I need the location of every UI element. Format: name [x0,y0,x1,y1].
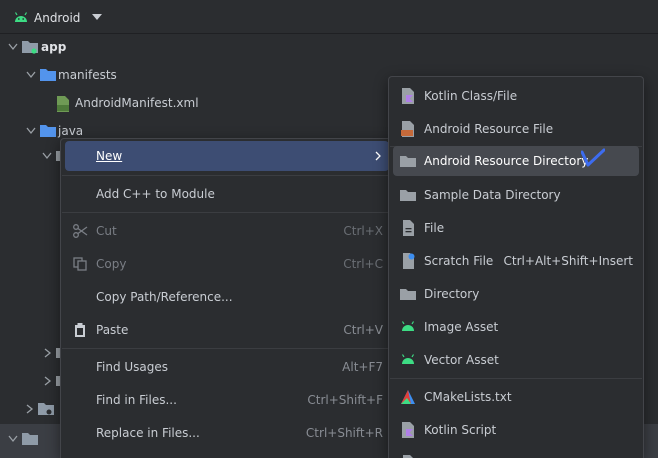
menu-item-label: New [96,149,123,163]
menu-item-label: Replace in Files... [96,426,200,440]
checkmark-annotation-icon [581,148,605,167]
menu-item-label: Find Usages [96,360,169,374]
menu-item-label: File [424,221,445,235]
folder-icon [400,190,416,201]
menu-item-cut[interactable]: Cut Ctrl+X [65,216,389,246]
menu-item-label: Scratch File [424,254,494,268]
kotlin-file-icon [402,88,414,104]
chevron-right-icon [375,151,381,161]
folder-icon [22,433,38,445]
tree-item-app[interactable]: app [0,34,658,60]
submenu-item-directory[interactable]: Directory [393,279,639,309]
chevron-down-icon[interactable] [42,152,52,160]
chevron-down-icon[interactable] [26,71,36,79]
copy-icon [73,257,87,271]
shortcut-label: Ctrl+Shift+R [305,426,383,440]
menu-item-replace-in-files[interactable]: Replace in Files... Ctrl+Shift+R [65,418,389,448]
tree-label-java: java [58,124,84,138]
chevron-down-icon[interactable] [26,127,36,135]
menu-item-label: Android Resource Directory [424,154,589,168]
chevron-down-icon[interactable] [92,14,102,20]
submenu-item-android-resource-directory[interactable]: Android Resource Directory [393,146,639,176]
menu-separator [62,175,392,176]
android-icon [401,321,415,331]
folder-icon [40,69,56,81]
submenu-item-kotlin-class[interactable]: Kotlin Class/File [393,81,639,111]
submenu-item-scratch-file[interactable]: Scratch File Ctrl+Alt+Shift+Insert [393,246,639,276]
module-folder-icon [22,41,38,54]
folder-icon [400,156,416,167]
folder-icon [40,125,56,137]
file-icon [403,220,414,236]
menu-item-add-cpp[interactable]: Add C++ to Module [65,179,389,209]
menu-separator [62,212,392,213]
menu-item-new[interactable]: New [65,141,389,171]
chevron-right-icon[interactable] [44,376,52,386]
chevron-down-icon[interactable] [8,435,18,443]
menu-item-label: Add C++ to Module [96,187,215,201]
submenu-item-image-asset[interactable]: Image Asset [393,312,639,342]
menu-item-label: Directory [424,287,480,301]
menu-item-label: Image Asset [424,320,499,334]
clipboard-icon [75,323,85,337]
menu-item-label: Kotlin Script [424,423,497,437]
context-menu: New Add C++ to Module Cut Ctrl+X Copy Ct… [60,138,394,458]
submenu-item-partial[interactable] [393,448,639,458]
menu-item-find-in-files[interactable]: Find in Files... Ctrl+Shift+F [65,385,389,415]
project-view-selector[interactable]: Android [0,0,658,34]
submenu-item-sample-data-directory[interactable]: Sample Data Directory [393,180,639,210]
shortcut-label: Ctrl+V [343,323,383,337]
cmake-icon [401,390,415,404]
menu-item-label: Copy [96,257,127,271]
menu-item-label: Sample Data Directory [424,188,561,202]
chevron-down-icon[interactable] [8,43,18,51]
gear-folder-icon [38,403,54,415]
menu-separator [390,378,642,379]
menu-item-copy[interactable]: Copy Ctrl+C [65,249,389,279]
tree-label-app: app [41,40,67,54]
shortcut-label: Ctrl+C [343,257,383,271]
tree-label-android-manifest: AndroidManifest.xml [75,96,199,110]
menu-item-label: Paste [96,323,129,337]
submenu-item-android-resource-file[interactable]: Android Resource File [393,114,639,144]
menu-item-label: Cut [96,224,117,238]
kotlin-file-icon [402,422,414,438]
submenu-item-file[interactable]: File [393,213,639,243]
shortcut-label: Ctrl+Shift+F [307,393,383,407]
submenu-item-vector-asset[interactable]: Vector Asset [393,345,639,375]
submenu-item-cmakelists[interactable]: CMakeLists.txt [393,382,639,412]
submenu-item-kotlin-script[interactable]: Kotlin Script [393,415,639,445]
menu-item-paste[interactable]: Paste Ctrl+V [65,315,389,345]
android-icon [14,12,28,22]
menu-item-label: Kotlin Class/File [424,89,518,103]
menu-item-label: Vector Asset [424,353,499,367]
chevron-right-icon[interactable] [26,404,34,414]
menu-item-label: Copy Path/Reference... [96,290,233,304]
scissors-icon [73,224,88,238]
chevron-right-icon[interactable] [44,348,52,358]
folder-icon [400,289,416,300]
menu-item-label: CMakeLists.txt [424,390,512,404]
manifest-file-icon [57,96,69,112]
shortcut-label: Ctrl+Alt+Shift+Insert [503,254,633,268]
scratch-file-icon [403,253,415,269]
project-view-title: Android [34,11,81,25]
menu-item-copy-path[interactable]: Copy Path/Reference... [65,282,389,312]
new-submenu: Kotlin Class/File Android Resource File … [388,76,644,458]
tree-label-manifests: manifests [58,68,117,82]
menu-separator [62,348,392,349]
menu-item-label: Android Resource File [424,122,554,136]
shortcut-label: Alt+F7 [342,360,383,374]
android-icon [401,354,415,364]
shortcut-label: Ctrl+X [343,224,383,238]
menu-item-label: Find in Files... [96,393,177,407]
menu-item-find-usages[interactable]: Find Usages Alt+F7 [65,352,389,382]
resource-file-icon [401,121,414,137]
